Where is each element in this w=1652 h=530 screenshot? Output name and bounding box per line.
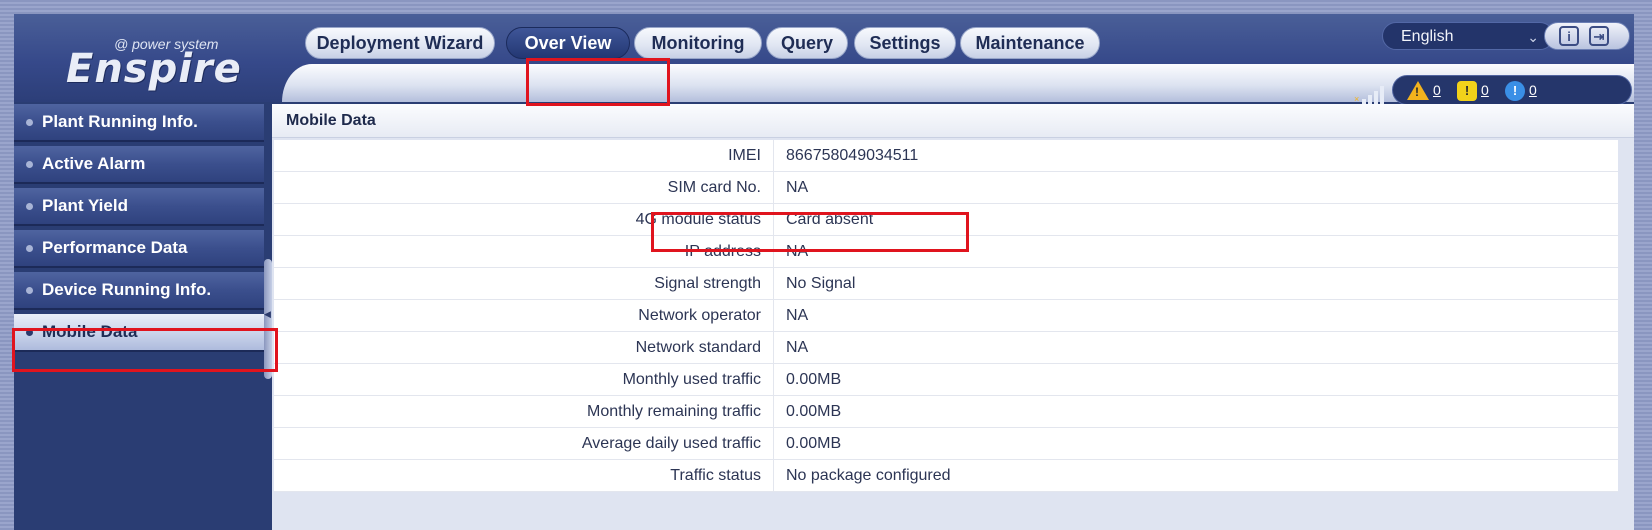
tab-query[interactable]: Query	[766, 27, 848, 59]
tab-deployment-wizard[interactable]: Deployment Wizard	[305, 27, 495, 59]
tab-settings[interactable]: Settings	[854, 27, 956, 59]
bullet-icon	[26, 161, 33, 168]
table-row: Traffic status No package configured	[274, 460, 1618, 492]
row-label: Network operator	[274, 300, 774, 331]
table-row: Network standard NA	[274, 332, 1618, 364]
row-value: NA	[786, 307, 809, 324]
row-value: NA	[786, 339, 809, 356]
sidebar-collapse-handle[interactable]: ◀	[264, 259, 272, 379]
sidebar: Plant Running Info. Active Alarm Plant Y…	[14, 104, 264, 530]
language-value: English	[1401, 28, 1454, 45]
bullet-icon	[26, 119, 33, 126]
table-row: Monthly used traffic 0.00MB	[274, 364, 1618, 396]
minor-alarm-icon[interactable]: !	[1457, 81, 1477, 101]
bullet-icon	[26, 203, 33, 210]
tab-maintenance[interactable]: Maintenance	[960, 27, 1100, 59]
info-icon[interactable]: i	[1559, 26, 1579, 46]
row-value: 0.00MB	[786, 371, 842, 388]
row-label: 4G module status	[274, 204, 774, 235]
content-panel: Mobile Data IMEI 866758049034511 SIM card…	[272, 104, 1634, 530]
row-value: NA	[786, 179, 809, 196]
sidebar-item-plant-running-info[interactable]: Plant Running Info.	[14, 104, 264, 142]
row-label: SIM card No.	[274, 172, 774, 203]
major-alarm-count[interactable]: 0	[1433, 82, 1441, 98]
sidebar-item-label: Mobile Data	[42, 322, 138, 341]
major-alarm-icon[interactable]: !	[1407, 81, 1429, 100]
row-value: Card absent	[786, 211, 874, 228]
tab-monitoring[interactable]: Monitoring	[634, 27, 762, 59]
warning-alarm-icon[interactable]: !	[1505, 81, 1525, 101]
warning-alarm-count[interactable]: 0	[1529, 82, 1537, 98]
row-label: Monthly used traffic	[274, 364, 774, 395]
table-row: Signal strength No Signal	[274, 268, 1618, 300]
bullet-icon	[26, 329, 33, 336]
app-frame: @ power system Enspire English ⌄ i ⇥ Dep…	[14, 14, 1634, 530]
row-value: 0.00MB	[786, 403, 842, 420]
sidebar-item-label: Active Alarm	[42, 154, 146, 173]
table-row: IMEI 866758049034511	[274, 140, 1618, 172]
row-value: 0.00MB	[786, 435, 842, 452]
row-value: No package configured	[786, 467, 951, 484]
logo-brand: Enspire	[66, 46, 242, 92]
logout-icon[interactable]: ⇥	[1589, 26, 1609, 46]
language-select[interactable]: English ⌄	[1382, 22, 1554, 50]
sidebar-item-label: Performance Data	[42, 238, 188, 257]
sidebar-item-mobile-data[interactable]: Mobile Data	[14, 314, 264, 352]
table-row: SIM card No. NA	[274, 172, 1618, 204]
table-row: Network operator NA	[274, 300, 1618, 332]
alarm-status-bar: ! 0 ! 0 ! 0	[1392, 75, 1632, 105]
sidebar-item-label: Plant Running Info.	[42, 112, 198, 131]
row-label: Network standard	[274, 332, 774, 363]
sidebar-item-performance-data[interactable]: Performance Data	[14, 230, 264, 268]
row-value: NA	[786, 243, 809, 260]
sidebar-item-device-running-info[interactable]: Device Running Info.	[14, 272, 264, 310]
signal-strength-icon: ×	[1354, 82, 1388, 104]
mobile-data-table: IMEI 866758049034511 SIM card No. NA 4G mo…	[274, 140, 1618, 492]
row-label: IMEI	[274, 140, 774, 171]
sidebar-item-plant-yield[interactable]: Plant Yield	[14, 188, 264, 226]
tab-over-view[interactable]: Over View	[506, 27, 630, 59]
row-value: No Signal	[786, 275, 856, 292]
collapse-arrow-icon: ◀	[264, 309, 271, 319]
table-row: 4G module status Card absent	[274, 204, 1618, 236]
panel-title: Mobile Data	[272, 104, 1634, 138]
sidebar-item-active-alarm[interactable]: Active Alarm	[14, 146, 264, 184]
row-label: Average daily used traffic	[274, 428, 774, 459]
sidebar-item-label: Device Running Info.	[42, 280, 212, 299]
table-row: Monthly remaining traffic 0.00MB	[274, 396, 1618, 428]
minor-alarm-count[interactable]: 0	[1481, 82, 1489, 98]
row-label: Signal strength	[274, 268, 774, 299]
row-label: IP address	[274, 236, 774, 267]
row-value: 866758049034511	[786, 147, 919, 164]
row-label: Monthly remaining traffic	[274, 396, 774, 427]
bullet-icon	[26, 245, 33, 252]
table-row: IP address NA	[274, 236, 1618, 268]
sidebar-item-label: Plant Yield	[42, 196, 128, 215]
bullet-icon	[26, 287, 33, 294]
header-buttons: i ⇥	[1544, 22, 1630, 50]
chevron-down-icon: ⌄	[1527, 29, 1539, 45]
row-label: Traffic status	[274, 460, 774, 491]
table-row: Average daily used traffic 0.00MB	[274, 428, 1618, 460]
